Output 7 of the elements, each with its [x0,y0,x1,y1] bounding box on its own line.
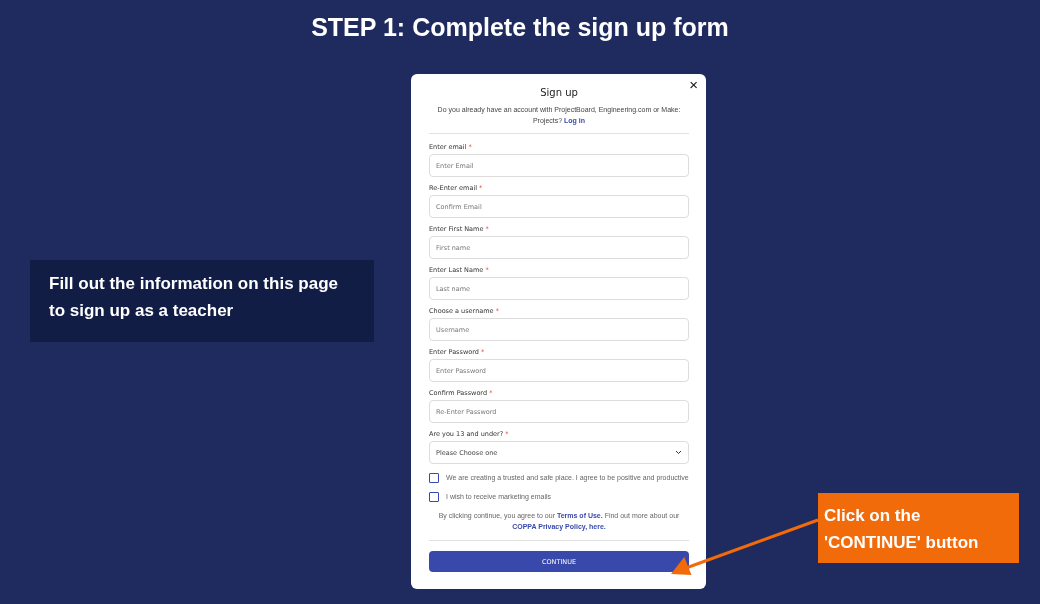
chevron-down-icon [675,450,682,455]
checkbox[interactable] [429,492,439,502]
slide-heading: STEP 1: Complete the sign up form [310,12,730,43]
checkbox[interactable] [429,473,439,483]
annotation-callout: Click on the 'CONTINUE' button [818,493,1019,563]
instruction-callout: Fill out the information on this page to sign up as a teacher [30,260,374,342]
modal-title: Sign up [539,87,579,98]
